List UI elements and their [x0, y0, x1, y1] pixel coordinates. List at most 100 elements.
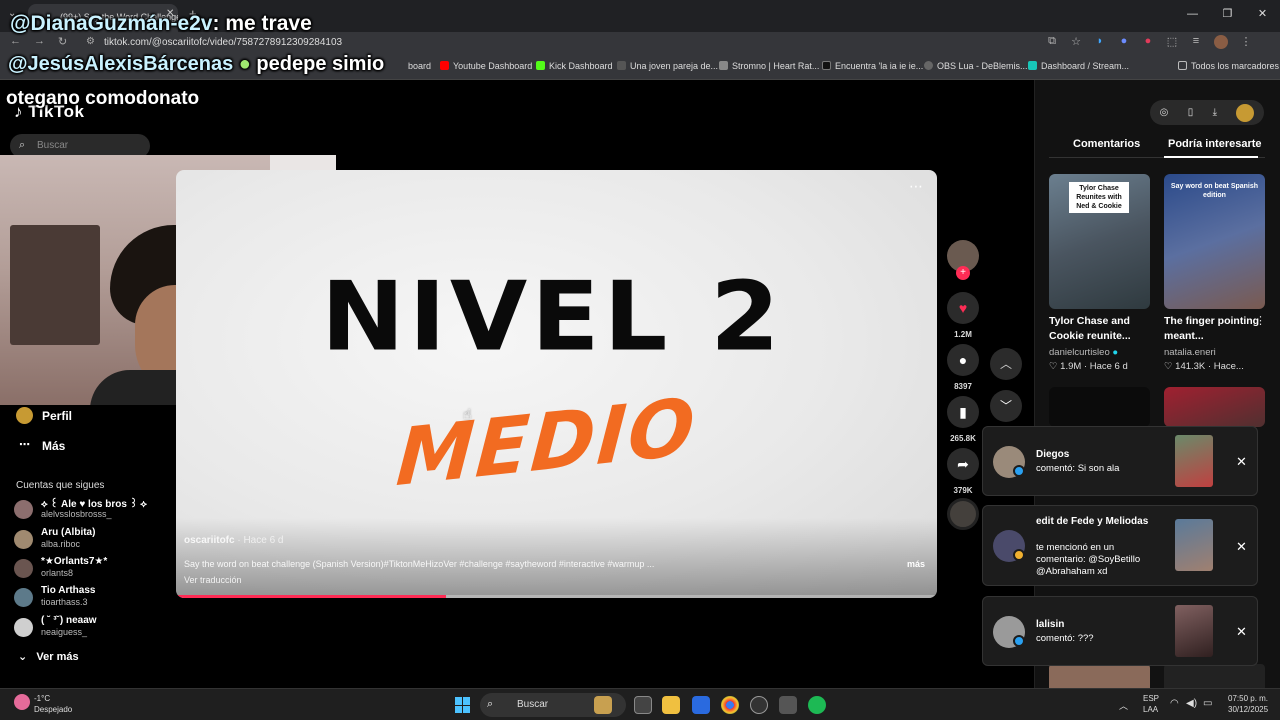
media-icon[interactable]: ≡	[1190, 35, 1202, 49]
video-player[interactable]: NIVEL 2 MEDIO ⋯ oscariitofc · Hace 6 d S…	[176, 170, 937, 598]
keyboard-layout[interactable]: LAA	[1143, 705, 1158, 714]
notification-thumbnail[interactable]	[1175, 519, 1213, 571]
menu-kebab-icon[interactable]: ⋮	[1240, 35, 1252, 49]
video-author[interactable]: oscariitofc · Hace 6 d	[184, 535, 284, 546]
comment-button[interactable]: ● 8397	[947, 344, 979, 391]
mobile-app-icon[interactable]: ▯	[1188, 107, 1194, 118]
notification-toast[interactable]: edit de Fede y Meliodas te mencionó en u…	[982, 505, 1258, 586]
windows-start-icon[interactable]	[455, 697, 471, 713]
music-disc-avatar[interactable]	[947, 498, 979, 530]
tray-chevron-icon[interactable]: ︿	[1119, 699, 1128, 712]
file-explorer-icon[interactable]	[662, 696, 680, 714]
language-indicator[interactable]: ESP	[1143, 694, 1159, 703]
bookmark[interactable]: Una joven pareja de...	[617, 61, 718, 71]
comment-badge-icon	[1013, 465, 1025, 477]
bookmark-label: Dashboard / Stream...	[1041, 61, 1130, 71]
recommended-video-thumbnail[interactable]: Say word on beat Spanish edition	[1164, 174, 1265, 309]
volume-icon[interactable]: ◀)	[1186, 698, 1197, 709]
save-button[interactable]: ▮ 265.8K	[947, 396, 979, 443]
follow-plus-icon[interactable]: +	[956, 266, 970, 280]
previous-video-chevron-up-icon[interactable]: ︿	[990, 348, 1022, 380]
task-view-icon[interactable]	[634, 696, 652, 714]
weather-icon[interactable]	[14, 694, 30, 710]
followed-account[interactable]: *★Orlants7★* orlants8	[14, 556, 164, 582]
next-video-chevron-down-icon[interactable]: ﹀	[990, 390, 1022, 422]
bookmark[interactable]: Encuentra 'la ia ie ie...	[822, 61, 923, 71]
site-info-icon[interactable]: ⚙	[86, 36, 95, 47]
video-more-options-icon[interactable]: ⋯	[909, 178, 923, 195]
close-notification-icon[interactable]: ✕	[1236, 454, 1247, 470]
explore-compass-icon[interactable]: ◎	[1160, 107, 1169, 118]
spotify-icon[interactable]	[808, 696, 826, 714]
notification-toast[interactable]: lalisin comentó: ??? ✕	[982, 596, 1258, 666]
extension-icon[interactable]: ●	[1142, 35, 1154, 49]
back-icon[interactable]: ←	[10, 35, 21, 47]
see-more-button[interactable]: ⌄ Ver más	[18, 650, 79, 663]
tab-comments[interactable]: Comentarios	[1073, 138, 1140, 150]
video-progress-bar[interactable]	[176, 595, 937, 598]
close-window-icon[interactable]: ✕	[1245, 0, 1280, 28]
notification-thumbnail[interactable]	[1175, 605, 1213, 657]
sidebar-item-profile[interactable]: Perfil	[16, 407, 72, 424]
battery-icon[interactable]: ▭	[1203, 698, 1212, 709]
minimize-icon[interactable]: —	[1175, 0, 1210, 28]
notification-thumbnail[interactable]	[1175, 435, 1213, 487]
download-icon[interactable]: ⤓	[1213, 107, 1217, 118]
profile-avatar[interactable]	[1214, 35, 1228, 49]
obs-icon[interactable]	[750, 696, 768, 714]
close-notification-icon[interactable]: ✕	[1236, 539, 1247, 555]
sidebar-item-more[interactable]: ⋯ Más	[16, 437, 65, 454]
video-more-link[interactable]: más	[907, 559, 925, 569]
bookmark[interactable]: Kick Dashboard	[536, 61, 613, 71]
video-description: Say the word on beat challenge (Spanish …	[184, 559, 655, 569]
heart-icon: ♥	[947, 292, 979, 324]
user-avatar[interactable]	[1236, 103, 1255, 122]
bookmark[interactable]: Dashboard / Stream...	[1028, 61, 1129, 71]
followed-account[interactable]: Tio Arthass tioarthass.3	[14, 585, 164, 611]
account-username: alelvsslosbrosss_	[41, 509, 112, 519]
followed-account[interactable]: ( ˘ ³˘) neaaw neaiguess_	[14, 615, 164, 641]
close-notification-icon[interactable]: ✕	[1236, 624, 1247, 640]
reload-icon[interactable]: ↻	[58, 35, 67, 48]
account-username: tioarthass.3	[41, 597, 88, 607]
all-bookmarks[interactable]: Todos los marcadores	[1178, 61, 1279, 71]
recommended-video-user[interactable]: natalia.eneri	[1164, 347, 1216, 358]
bookmark[interactable]: Stromno | Heart Rat...	[719, 61, 819, 71]
notification-toast[interactable]: Diegos comentó: Si son ala ✕	[982, 426, 1258, 496]
address-bar[interactable]: ⚙ tiktok.com/@oscariitofc/video/75872789…	[80, 34, 980, 52]
followed-account[interactable]: ⟡ ꒰ Ale ♥ los bros ꒱ ⟡ alelvsslosbrosss_	[14, 497, 164, 523]
chrome-icon[interactable]	[721, 696, 739, 714]
avatar	[14, 618, 33, 637]
forward-icon[interactable]: →	[34, 35, 45, 47]
recommended-video-thumbnail[interactable]	[1164, 387, 1265, 427]
bookmark[interactable]: Youtube Dashboard	[440, 61, 532, 71]
recommended-video-user[interactable]: danielcurtisleo ●	[1049, 347, 1118, 358]
maximize-icon[interactable]: ❐	[1210, 0, 1245, 28]
see-translation-link[interactable]: Ver traducción	[184, 575, 242, 585]
clock-time[interactable]: 07:50 p. m.	[1228, 694, 1268, 703]
wifi-icon[interactable]: ◠	[1170, 698, 1179, 709]
like-button[interactable]: ♥ 1.2M	[947, 292, 979, 339]
clock-date[interactable]: 30/12/2025	[1228, 705, 1268, 714]
recommended-video-thumbnail[interactable]	[1164, 664, 1265, 688]
recommended-video-title[interactable]: The finger pointing meant...	[1164, 314, 1264, 344]
bookmark[interactable]: board	[408, 61, 431, 71]
extensions-puzzle-icon[interactable]: ⬚	[1166, 35, 1178, 49]
share-button[interactable]: ➦ 379K	[947, 448, 979, 495]
followed-account[interactable]: Aru (Albita) alba.riboc	[14, 527, 164, 553]
tab-recommended[interactable]: Podría interesarte	[1168, 138, 1262, 150]
extension-icon[interactable]: ◗	[1094, 35, 1106, 49]
recommended-video-title[interactable]: Tylor Chase and Cookie reunite...	[1049, 314, 1149, 344]
widget-icon[interactable]	[594, 696, 612, 714]
app-icon[interactable]	[779, 696, 797, 714]
bookmark-star-icon[interactable]: ☆	[1070, 35, 1082, 49]
install-icon[interactable]: ⧉	[1046, 35, 1058, 49]
recommended-video-thumbnail[interactable]: Tylor Chase Reunites with Ned & Cookie	[1049, 174, 1150, 309]
extension-icon[interactable]: ●	[1118, 35, 1130, 49]
recommended-video-thumbnail[interactable]	[1049, 387, 1150, 427]
recommended-video-thumbnail[interactable]	[1049, 664, 1150, 688]
chat-text: otegano comodonato	[6, 88, 200, 109]
bookmark[interactable]: OBS Lua - DeBlemis...	[924, 61, 1028, 71]
store-icon[interactable]	[692, 696, 710, 714]
notification-text: comentó: ???	[1036, 633, 1094, 644]
